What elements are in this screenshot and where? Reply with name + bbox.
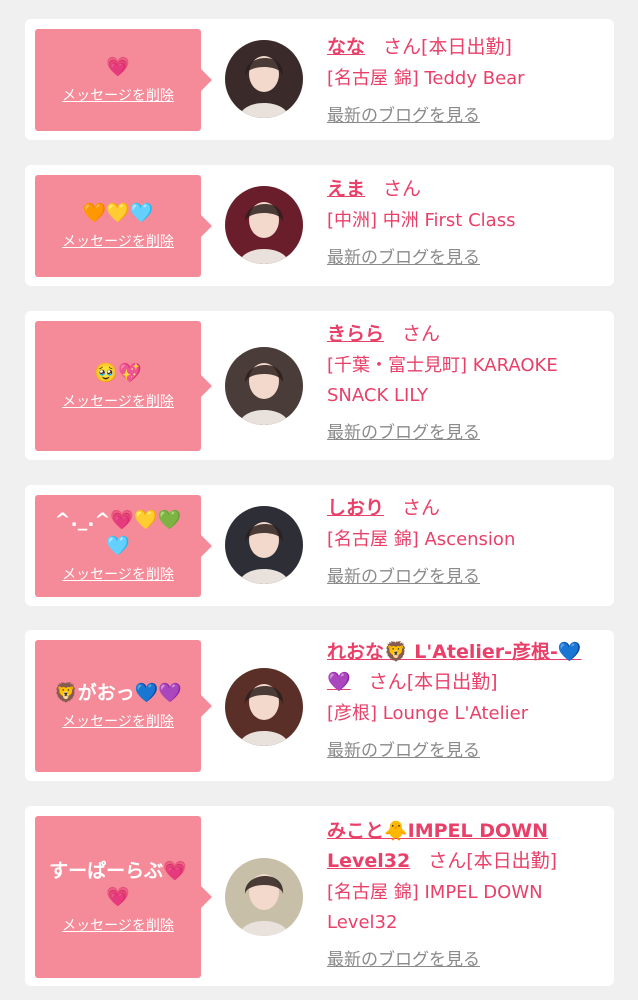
working-today-badge: [本日出勤] [406,671,498,693]
favorite-cast-list: 💗 メッセージを削除 なな さん[本日出勤] [名古屋 錦] Teddy Bear 最新の… [0,0,638,1000]
cast-avatar[interactable] [225,506,303,584]
latest-blog-link[interactable]: 最新のブログを見る [327,421,480,445]
cast-card: ^._.^💗💛💚🩵 メッセージを削除 しおり さん [名古屋 錦] Ascension 最… [25,485,614,606]
cast-name-link[interactable]: なな [327,36,365,58]
cast-card: 🥹💖 メッセージを削除 きらら さん [千葉・富士見町] KARAOKE SNACK L… [25,311,614,460]
shop-name: [中洲] 中洲 First Class [327,210,516,231]
cast-card: 💗 メッセージを削除 なな さん[本日出勤] [名古屋 錦] Teddy Bear 最新の… [25,19,614,140]
cast-name-line: しおり さん [327,493,605,523]
working-today-badge: [本日出勤] [466,850,558,872]
message-text: 🥹💖 [94,362,142,384]
message-bubble: ^._.^💗💛💚🩵 メッセージを削除 [35,495,212,597]
cast-name-line: れおな🦁 L'Atelier-彦根-💙💜 さん[本日出勤] [327,637,605,697]
message-bubble: 🦁がおっ💙💜 メッセージを削除 [35,640,212,772]
cast-name-line: きらら さん [327,319,605,349]
honorific-label: さん [383,36,422,58]
message-bubble: すーぱーらぶ💗💗 メッセージを削除 [35,816,212,978]
cast-name-link[interactable]: しおり [327,497,384,519]
cast-avatar[interactable] [225,858,303,936]
delete-message-link[interactable]: メッセージを削除 [62,712,174,732]
latest-blog-link[interactable]: 最新のブログを見る [327,104,480,128]
shop-name: [名古屋 錦] IMPEL DOWN Level32 [327,882,543,933]
cast-card: 🦁がおっ💙💜 メッセージを削除 れおな🦁 L'Atelier-彦根-💙💜 さん[本日出… [25,630,614,781]
delete-message-link[interactable]: メッセージを削除 [62,916,174,936]
cast-info: れおな🦁 L'Atelier-彦根-💙💜 さん[本日出勤] [彦根] Lounge … [327,637,605,763]
honorific-label: さん [368,671,407,693]
honorific-label: さん [383,178,422,200]
cast-info: えま さん [中洲] 中洲 First Class 最新のブログを見る [327,174,605,270]
working-today-badge: [本日出勤] [421,36,512,58]
cast-info: なな さん[本日出勤] [名古屋 錦] Teddy Bear 最新のブログを見る [327,32,605,128]
message-bubble: 🧡💛🩵 メッセージを削除 [35,175,212,277]
cast-avatar[interactable] [225,186,303,264]
message-text: ^._.^💗💛💚🩵 [54,509,182,557]
honorific-label: さん [402,497,441,519]
cast-avatar[interactable] [225,347,303,425]
delete-message-link[interactable]: メッセージを削除 [62,232,174,252]
shop-name: [彦根] Lounge L'Atelier [327,703,529,724]
delete-message-link[interactable]: メッセージを削除 [62,392,174,412]
cast-card: すーぱーらぶ💗💗 メッセージを削除 みこと🐥IMPEL DOWN Level32 さん… [25,806,614,986]
message-text: 💗 [106,56,130,78]
cast-avatar[interactable] [225,40,303,118]
cast-name-line: えま さん [327,174,605,204]
message-text: すーぱーらぶ💗💗 [49,860,187,908]
cast-name-link[interactable]: えま [327,178,365,200]
delete-message-link[interactable]: メッセージを削除 [62,86,174,106]
shop-name: [千葉・富士見町] KARAOKE SNACK LILY [327,355,558,406]
honorific-label: さん [428,850,467,872]
latest-blog-link[interactable]: 最新のブログを見る [327,948,480,972]
message-bubble: 🥹💖 メッセージを削除 [35,321,212,451]
shop-name: [名古屋 錦] Teddy Bear [327,68,525,89]
message-text: 🧡💛🩵 [82,202,154,224]
delete-message-link[interactable]: メッセージを削除 [62,565,174,585]
cast-name-link[interactable]: きらら [327,323,384,345]
honorific-label: さん [402,323,441,345]
cast-info: しおり さん [名古屋 錦] Ascension 最新のブログを見る [327,493,605,589]
shop-name: [名古屋 錦] Ascension [327,529,516,550]
latest-blog-link[interactable]: 最新のブログを見る [327,739,480,763]
latest-blog-link[interactable]: 最新のブログを見る [327,565,480,589]
cast-name-line: なな さん[本日出勤] [327,32,605,62]
message-bubble: 💗 メッセージを削除 [35,29,212,131]
cast-info: みこと🐥IMPEL DOWN Level32 さん[本日出勤] [名古屋 錦] IM… [327,816,605,972]
latest-blog-link[interactable]: 最新のブログを見る [327,246,480,270]
cast-avatar[interactable] [225,668,303,746]
message-text: 🦁がおっ💙💜 [54,682,182,704]
cast-name-line: みこと🐥IMPEL DOWN Level32 さん[本日出勤] [327,816,605,876]
cast-info: きらら さん [千葉・富士見町] KARAOKE SNACK LILY 最新のブログを… [327,319,605,445]
cast-card: 🧡💛🩵 メッセージを削除 えま さん [中洲] 中洲 First Class 最新のブログ… [25,165,614,286]
